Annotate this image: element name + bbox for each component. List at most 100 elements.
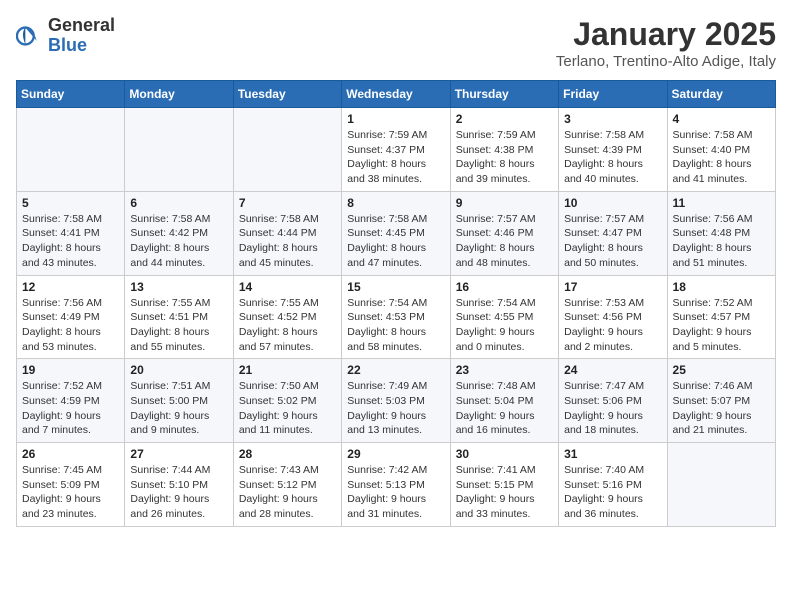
day-info: Sunrise: 7:55 AMSunset: 4:51 PMDaylight:…	[130, 296, 227, 355]
day-number: 7	[239, 196, 336, 210]
calendar-cell: 31 Sunrise: 7:40 AMSunset: 5:16 PMDayligh…	[559, 443, 667, 527]
day-number: 22	[347, 363, 444, 377]
day-number: 1	[347, 112, 444, 126]
day-info: Sunrise: 7:48 AMSunset: 5:04 PMDaylight:…	[456, 379, 553, 438]
day-number: 2	[456, 112, 553, 126]
calendar-cell: 21Sunrise: 7:50 AMSunset: 5:02 PMDayligh…	[233, 359, 341, 443]
weekday-header: Saturday	[667, 81, 775, 108]
day-info: Sunrise: 7:42 AMSunset: 5:13 PMDaylight:…	[347, 463, 444, 522]
day-number: 3	[564, 112, 661, 126]
calendar-cell	[17, 108, 125, 192]
day-info: Sunrise: 7:54 AMSunset: 4:55 PMDaylight:…	[456, 296, 553, 355]
day-info: Sunrise: 7:57 AMSunset: 4:47 PMDaylight:…	[564, 212, 661, 271]
weekday-header: Sunday	[17, 81, 125, 108]
day-info: Sunrise: 7:56 AMSunset: 4:49 PMDaylight:…	[22, 296, 119, 355]
day-number: 24	[564, 363, 661, 377]
day-info: Sunrise: 7:41 AMSunset: 5:15 PMDaylight:…	[456, 463, 553, 522]
day-info: Sunrise: 7:58 AMSunset: 4:44 PMDaylight:…	[239, 212, 336, 271]
day-info: Sunrise: 7:57 AMSunset: 4:46 PMDaylight:…	[456, 212, 553, 271]
day-info: Sunrise: 7:56 AMSunset: 4:48 PMDaylight:…	[673, 212, 770, 271]
logo-text: General Blue	[48, 16, 115, 56]
day-number: 10	[564, 196, 661, 210]
day-number: 21	[239, 363, 336, 377]
calendar-cell: 30 Sunrise: 7:41 AMSunset: 5:15 PMDayligh…	[450, 443, 558, 527]
calendar-cell	[667, 443, 775, 527]
logo-icon	[16, 22, 44, 50]
calendar-week-row: 12 Sunrise: 7:56 AMSunset: 4:49 PMDayligh…	[17, 275, 776, 359]
day-info: Sunrise: 7:59 AMSunset: 4:37 PMDaylight:…	[347, 128, 444, 187]
day-info: Sunrise: 7:55 AMSunset: 4:52 PMDaylight:…	[239, 296, 336, 355]
day-info: Sunrise: 7:54 AMSunset: 4:53 PMDaylight:…	[347, 296, 444, 355]
day-number: 31	[564, 447, 661, 461]
calendar-cell: 14 Sunrise: 7:55 AMSunset: 4:52 PMDayligh…	[233, 275, 341, 359]
calendar-cell: 2 Sunrise: 7:59 AMSunset: 4:38 PMDaylight…	[450, 108, 558, 192]
calendar-cell: 9 Sunrise: 7:57 AMSunset: 4:46 PMDaylight…	[450, 191, 558, 275]
day-number: 6	[130, 196, 227, 210]
calendar-table: SundayMondayTuesdayWednesdayThursdayFrid…	[16, 80, 776, 527]
day-number: 12	[22, 280, 119, 294]
day-number: 17	[564, 280, 661, 294]
day-number: 9	[456, 196, 553, 210]
day-info: Sunrise: 7:53 AMSunset: 4:56 PMDaylight:…	[564, 296, 661, 355]
day-info: Sunrise: 7:43 AMSunset: 5:12 PMDaylight:…	[239, 463, 336, 522]
day-info: Sunrise: 7:46 AMSunset: 5:07 PMDaylight:…	[673, 379, 770, 438]
calendar-cell: 12 Sunrise: 7:56 AMSunset: 4:49 PMDayligh…	[17, 275, 125, 359]
logo: General Blue	[16, 16, 115, 56]
calendar-cell: 20 Sunrise: 7:51 AMSunset: 5:00 PMDayligh…	[125, 359, 233, 443]
calendar-cell: 25 Sunrise: 7:46 AMSunset: 5:07 PMDayligh…	[667, 359, 775, 443]
title-area: January 2025 Terlano, Trentino-Alto Adig…	[556, 16, 776, 70]
weekday-header: Monday	[125, 81, 233, 108]
day-info: Sunrise: 7:47 AMSunset: 5:06 PMDaylight:…	[564, 379, 661, 438]
day-number: 28	[239, 447, 336, 461]
day-number: 20	[130, 363, 227, 377]
day-info: Sunrise: 7:58 AMSunset: 4:42 PMDaylight:…	[130, 212, 227, 271]
day-number: 13	[130, 280, 227, 294]
day-number: 15	[347, 280, 444, 294]
day-info: Sunrise: 7:51 AMSunset: 5:00 PMDaylight:…	[130, 379, 227, 438]
calendar-cell: 5Sunrise: 7:58 AMSunset: 4:41 PMDaylight…	[17, 191, 125, 275]
day-number: 19	[22, 363, 119, 377]
calendar-cell: 23 Sunrise: 7:48 AMSunset: 5:04 PMDayligh…	[450, 359, 558, 443]
calendar-cell: 16Sunrise: 7:54 AMSunset: 4:55 PMDayligh…	[450, 275, 558, 359]
weekday-header: Tuesday	[233, 81, 341, 108]
calendar-cell: 13 Sunrise: 7:55 AMSunset: 4:51 PMDayligh…	[125, 275, 233, 359]
day-number: 4	[673, 112, 770, 126]
day-number: 26	[22, 447, 119, 461]
day-number: 25	[673, 363, 770, 377]
day-number: 14	[239, 280, 336, 294]
calendar-week-row: 26 Sunrise: 7:45 AMSunset: 5:09 PMDayligh…	[17, 443, 776, 527]
day-info: Sunrise: 7:52 AMSunset: 4:57 PMDaylight:…	[673, 296, 770, 355]
calendar-cell: 29 Sunrise: 7:42 AMSunset: 5:13 PMDayligh…	[342, 443, 450, 527]
day-info: Sunrise: 7:52 AMSunset: 4:59 PMDaylight:…	[22, 379, 119, 438]
calendar-cell: 22 Sunrise: 7:49 AMSunset: 5:03 PMDayligh…	[342, 359, 450, 443]
calendar-cell: 24 Sunrise: 7:47 AMSunset: 5:06 PMDayligh…	[559, 359, 667, 443]
calendar-cell: 15 Sunrise: 7:54 AMSunset: 4:53 PMDayligh…	[342, 275, 450, 359]
calendar-week-row: 19 Sunrise: 7:52 AMSunset: 4:59 PMDayligh…	[17, 359, 776, 443]
day-info: Sunrise: 7:45 AMSunset: 5:09 PMDaylight:…	[22, 463, 119, 522]
calendar-cell: 7 Sunrise: 7:58 AMSunset: 4:44 PMDaylight…	[233, 191, 341, 275]
day-info: Sunrise: 7:58 AMSunset: 4:39 PMDaylight:…	[564, 128, 661, 187]
calendar-cell: 11 Sunrise: 7:56 AMSunset: 4:48 PMDayligh…	[667, 191, 775, 275]
page-header: General Blue January 2025 Terlano, Trent…	[16, 16, 776, 70]
calendar-cell: 28 Sunrise: 7:43 AMSunset: 5:12 PMDayligh…	[233, 443, 341, 527]
calendar-header-row: SundayMondayTuesdayWednesdayThursdayFrid…	[17, 81, 776, 108]
calendar-cell: 4 Sunrise: 7:58 AMSunset: 4:40 PMDaylight…	[667, 108, 775, 192]
weekday-header: Friday	[559, 81, 667, 108]
calendar-week-row: 1 Sunrise: 7:59 AMSunset: 4:37 PMDaylight…	[17, 108, 776, 192]
day-number: 30	[456, 447, 553, 461]
calendar-cell: 26 Sunrise: 7:45 AMSunset: 5:09 PMDayligh…	[17, 443, 125, 527]
weekday-header: Wednesday	[342, 81, 450, 108]
day-number: 27	[130, 447, 227, 461]
day-info: Sunrise: 7:40 AMSunset: 5:16 PMDaylight:…	[564, 463, 661, 522]
day-info: Sunrise: 7:49 AMSunset: 5:03 PMDaylight:…	[347, 379, 444, 438]
weekday-header: Thursday	[450, 81, 558, 108]
day-number: 11	[673, 196, 770, 210]
calendar-cell: 18Sunrise: 7:52 AMSunset: 4:57 PMDayligh…	[667, 275, 775, 359]
day-info: Sunrise: 7:58 AMSunset: 4:40 PMDaylight:…	[673, 128, 770, 187]
day-info: Sunrise: 7:59 AMSunset: 4:38 PMDaylight:…	[456, 128, 553, 187]
day-info: Sunrise: 7:58 AMSunset: 4:41 PMDaylight:…	[22, 212, 119, 271]
day-number: 23	[456, 363, 553, 377]
calendar-cell: 1 Sunrise: 7:59 AMSunset: 4:37 PMDaylight…	[342, 108, 450, 192]
location-subtitle: Terlano, Trentino-Alto Adige, Italy	[556, 53, 776, 70]
day-number: 29	[347, 447, 444, 461]
